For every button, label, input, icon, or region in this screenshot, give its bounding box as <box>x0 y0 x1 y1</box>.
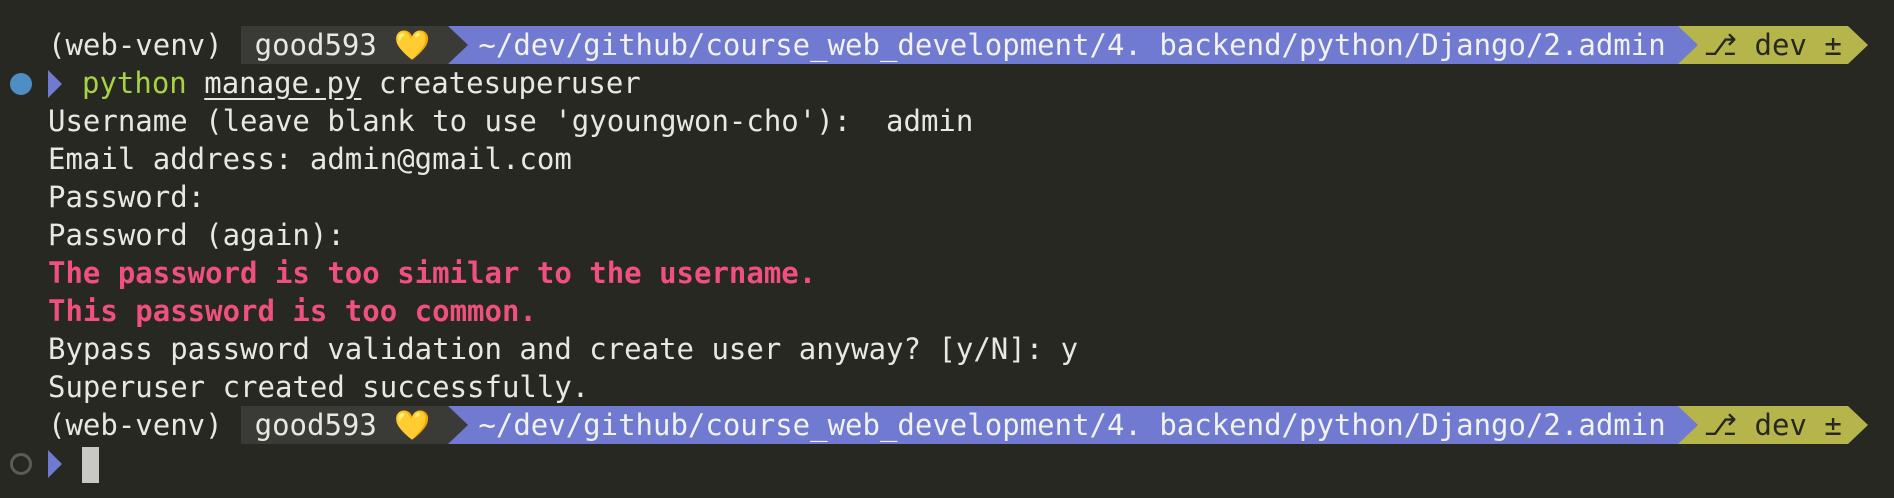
command-status-dot-icon <box>10 73 32 95</box>
username-label: good593 <box>254 408 377 442</box>
segment-end-icon <box>1847 26 1868 64</box>
terminal-window[interactable]: (web-venv) good593 💛 ~/dev/github/course… <box>0 0 1894 498</box>
path-segment: ~/dev/github/course_web_development/4. b… <box>468 406 1678 444</box>
prompt-bar: (web-venv) good593 💛 ~/dev/github/course… <box>48 26 1868 64</box>
command-line: python manage.py createsuperuser <box>82 64 641 102</box>
output-password-again-prompt: Password (again): <box>48 218 345 252</box>
heart-icon: 💛 <box>394 28 431 62</box>
user-segment: good593 💛 <box>240 406 449 444</box>
command-script: manage.py <box>204 66 362 100</box>
heart-icon: 💛 <box>394 408 431 442</box>
output-bypass-prompt: Bypass password validation and create us… <box>48 332 1079 366</box>
git-branch-icon: ⎇ <box>1703 28 1738 62</box>
git-segment: ⎇ dev ± <box>1697 26 1848 64</box>
venv-label: (web-venv) <box>48 28 223 62</box>
prompt-bar: (web-venv) good593 💛 ~/dev/github/course… <box>48 406 1868 444</box>
username-label: good593 <box>254 28 377 62</box>
segment-separator-icon <box>448 26 469 64</box>
command-status-empty-dot-icon <box>10 453 32 475</box>
output-error-common: This password is too common. <box>48 294 537 328</box>
output-error-similar: The password is too similar to the usern… <box>48 256 817 290</box>
command-subcommand: createsuperuser <box>378 66 641 100</box>
prompt-chevron-icon <box>48 70 62 98</box>
segment-separator-icon <box>1677 406 1698 444</box>
user-segment: good593 💛 <box>240 26 449 64</box>
output-success: Superuser created successfully. <box>48 370 590 404</box>
text-cursor[interactable] <box>82 447 99 483</box>
segment-end-icon <box>1847 406 1868 444</box>
output-username-prompt: Username (leave blank to use 'gyoungwon-… <box>48 104 974 138</box>
output-email-prompt: Email address: admin@gmail.com <box>48 142 572 176</box>
segment-separator-icon <box>448 406 469 444</box>
branch-label: dev ± <box>1754 28 1842 62</box>
git-branch-icon: ⎇ <box>1703 408 1738 442</box>
output-password-prompt: Password: <box>48 180 206 214</box>
path-segment: ~/dev/github/course_web_development/4. b… <box>468 26 1678 64</box>
segment-separator-icon <box>1677 26 1698 64</box>
venv-label: (web-venv) <box>48 408 223 442</box>
branch-label: dev ± <box>1754 408 1842 442</box>
command-program: python <box>82 66 187 100</box>
git-segment: ⎇ dev ± <box>1697 406 1848 444</box>
prompt-chevron-icon <box>48 450 62 478</box>
